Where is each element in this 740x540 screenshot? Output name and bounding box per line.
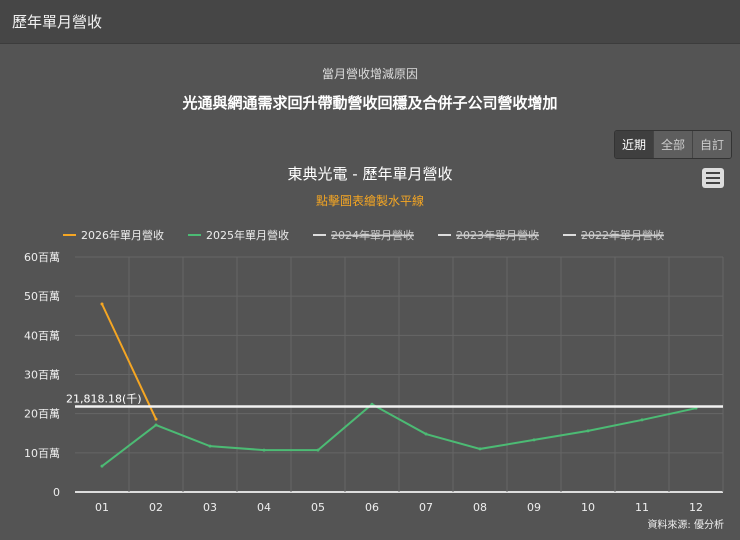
- x-tick-label: 10: [581, 501, 595, 514]
- x-tick-label: 07: [419, 501, 433, 514]
- y-tick-label: 20百萬: [24, 408, 60, 421]
- x-tick-label: 09: [527, 501, 541, 514]
- x-tick-label: 12: [689, 501, 703, 514]
- x-tick-label: 04: [257, 501, 271, 514]
- data-point[interactable]: [640, 418, 644, 422]
- y-tick-label: 60百萬: [24, 251, 60, 264]
- data-point[interactable]: [424, 432, 428, 436]
- data-point[interactable]: [262, 448, 266, 452]
- legend-item[interactable]: 2025年單月營收: [206, 228, 289, 242]
- y-tick-label: 30百萬: [24, 369, 60, 382]
- y-tick-label: 40百萬: [24, 329, 60, 342]
- x-tick-label: 02: [149, 501, 163, 514]
- x-tick-label: 11: [635, 501, 649, 514]
- data-point[interactable]: [154, 417, 158, 421]
- legend-item[interactable]: 2026年單月營收: [81, 228, 164, 242]
- data-point[interactable]: [316, 448, 320, 452]
- data-point[interactable]: [100, 302, 104, 306]
- y-tick-label: 0: [53, 486, 60, 499]
- x-tick-label: 06: [365, 501, 379, 514]
- y-tick-label: 50百萬: [24, 290, 60, 303]
- data-point[interactable]: [154, 423, 158, 427]
- data-point[interactable]: [532, 438, 536, 442]
- x-tick-label: 05: [311, 501, 325, 514]
- y-tick-label: 10百萬: [24, 447, 60, 460]
- data-source: 資料來源: 優分析: [647, 520, 724, 531]
- horizontal-line-label: 21,818.18(千): [66, 393, 142, 406]
- data-point[interactable]: [208, 444, 212, 448]
- data-point[interactable]: [586, 429, 590, 433]
- x-tick-label: 01: [95, 501, 109, 514]
- x-tick-label: 08: [473, 501, 487, 514]
- x-tick-label: 03: [203, 501, 217, 514]
- data-point[interactable]: [478, 447, 482, 451]
- data-point[interactable]: [100, 464, 104, 468]
- chart[interactable]: 0 10百萬 20百萬 30百萬 40百萬 50百萬 60百萬 01 02 03 04 05 06 07 0…: [0, 0, 740, 540]
